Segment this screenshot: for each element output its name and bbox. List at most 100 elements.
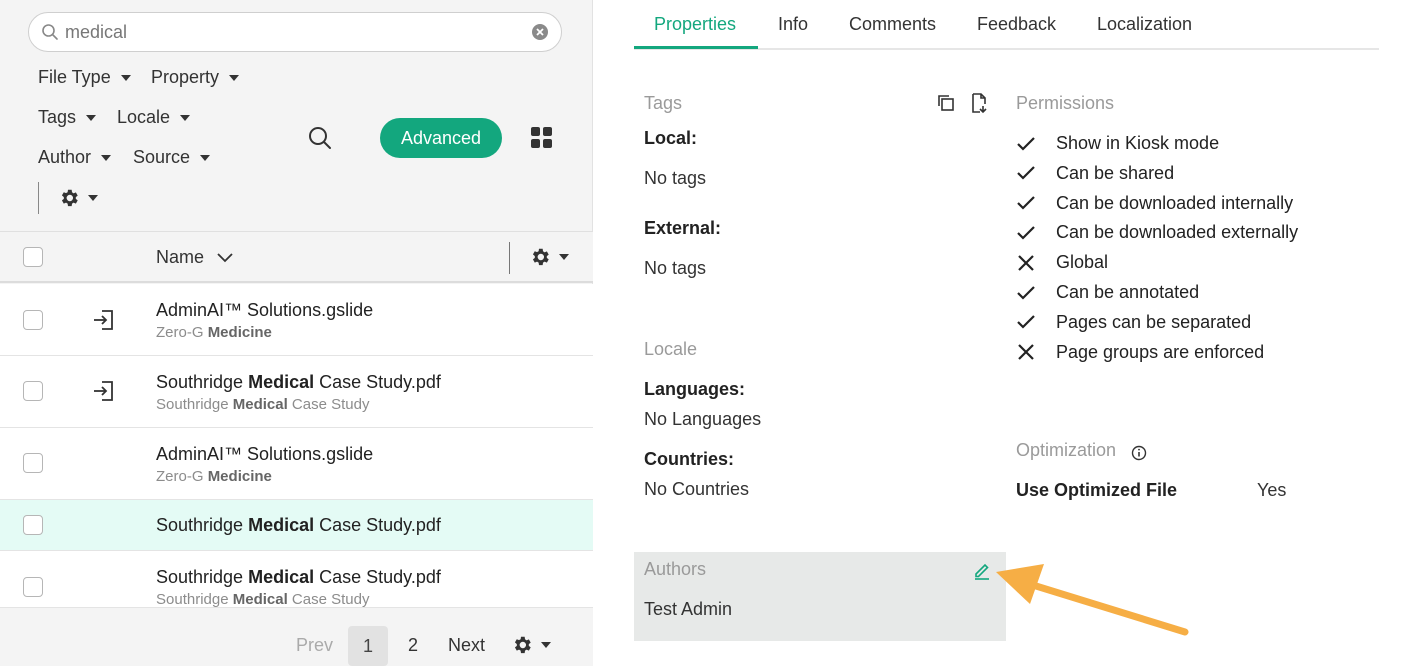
cross-icon: [1018, 344, 1034, 360]
locale-filter[interactable]: Locale: [117, 107, 191, 128]
prev-page-button[interactable]: Prev: [296, 635, 333, 656]
author-filter[interactable]: Author: [38, 147, 112, 168]
row-checkbox[interactable]: [23, 515, 43, 535]
edit-pencil-icon[interactable]: [972, 560, 992, 580]
languages-label: Languages:: [644, 379, 746, 399]
detail-tabs: Properties Info Comments Feedback Locali…: [634, 0, 1379, 50]
table-row[interactable]: Southridge Medical Case Study.pdf Southr…: [0, 356, 593, 428]
tab-feedback[interactable]: Feedback: [977, 14, 1056, 35]
caret-down-icon: [120, 74, 131, 81]
optimized-file-value: Yes: [1257, 480, 1287, 500]
external-tags-value: No tags: [644, 258, 707, 278]
permission-label: Can be downloaded externally: [1056, 222, 1299, 243]
advanced-button[interactable]: Advanced: [380, 118, 502, 158]
table-row-selected[interactable]: Southridge Medical Case Study.pdf: [0, 500, 593, 551]
tab-localization[interactable]: Localization: [1097, 14, 1192, 35]
table-row[interactable]: Southridge Medical Case Study.pdf Southr…: [0, 551, 593, 608]
check-icon: [1017, 196, 1035, 210]
search-bar[interactable]: medical: [28, 12, 562, 52]
check-icon: [1017, 166, 1035, 180]
divider: [38, 182, 39, 214]
file-subtitle: Southridge Medical Case Study: [156, 591, 370, 608]
property-filter[interactable]: Property: [151, 67, 240, 88]
row-checkbox[interactable]: [23, 310, 43, 330]
copy-icon[interactable]: [936, 93, 956, 113]
page-2-button[interactable]: 2: [408, 635, 418, 656]
file-title[interactable]: AdminAI™ Solutions.gslide: [156, 300, 373, 321]
row-checkbox[interactable]: [23, 453, 43, 473]
caret-down-icon: [229, 74, 240, 81]
column-divider: [509, 242, 510, 274]
gear-icon: [532, 248, 549, 266]
caret-down-icon: [541, 642, 551, 648]
chevron-down-icon: [217, 252, 233, 262]
authors-section: Authors Test Admin: [634, 552, 1006, 641]
row-checkbox[interactable]: [23, 577, 43, 597]
authors-value: Test Admin: [644, 599, 733, 619]
name-column-header[interactable]: Name: [156, 247, 234, 268]
tab-properties[interactable]: Properties: [654, 14, 736, 35]
permission-label: Show in Kiosk mode: [1056, 133, 1220, 153]
file-subtitle: Zero-G Medicine: [156, 324, 272, 341]
info-icon[interactable]: [1131, 445, 1147, 461]
languages-value: No Languages: [644, 409, 762, 429]
file-title[interactable]: Southridge Medical Case Study.pdf: [156, 567, 441, 588]
row-checkbox[interactable]: [23, 381, 43, 401]
permission-item: Page groups are enforced: [1016, 342, 1264, 363]
page-1-button[interactable]: 1: [348, 626, 388, 666]
permission-item: Can be downloaded externally: [1016, 222, 1298, 243]
paste-icon[interactable]: [970, 92, 990, 114]
optimization-section-title: Optimization: [1016, 440, 1117, 460]
tab-comments[interactable]: Comments: [849, 14, 936, 35]
grid-view-icon[interactable]: [531, 127, 553, 149]
permission-item: Can be shared: [1016, 163, 1174, 184]
caret-down-icon: [88, 195, 98, 201]
active-tab-indicator: [634, 46, 758, 49]
pagination: Prev 1 2 Next: [0, 608, 593, 666]
select-all-checkbox[interactable]: [23, 247, 43, 267]
check-icon: [1017, 226, 1035, 240]
next-page-button[interactable]: Next: [448, 635, 485, 656]
annotation-arrow-icon: [996, 564, 1189, 636]
cross-icon: [1018, 254, 1034, 271]
permission-item: Show in Kiosk mode: [1016, 133, 1219, 154]
linked-file-icon: [94, 381, 113, 401]
caret-down-icon: [101, 154, 112, 161]
tags-filter[interactable]: Tags: [38, 107, 97, 128]
permission-label: Pages can be separated: [1056, 311, 1252, 332]
column-settings-dropdown[interactable]: [529, 246, 569, 268]
countries-value: No Countries: [644, 479, 750, 499]
caret-down-icon: [200, 154, 211, 161]
pager-settings-dropdown[interactable]: [511, 634, 551, 656]
table-header: Name: [0, 231, 593, 283]
optimized-file-label: Use Optimized File: [1016, 480, 1178, 500]
clear-search-icon[interactable]: [531, 23, 549, 41]
search-icon[interactable]: [306, 124, 334, 152]
permissions-section-title: Permissions: [1016, 93, 1115, 113]
linked-file-icon: [94, 310, 113, 330]
file-type-filter[interactable]: File Type: [38, 67, 131, 88]
check-icon: [1017, 136, 1035, 151]
permission-item: Pages can be separated: [1016, 312, 1251, 333]
source-filter[interactable]: Source: [133, 147, 211, 168]
file-title[interactable]: AdminAI™ Solutions.gslide: [156, 444, 373, 465]
local-tags-value: No tags: [644, 168, 707, 188]
check-icon: [1017, 315, 1035, 329]
caret-down-icon: [180, 114, 191, 121]
locale-section-title: Locale: [644, 339, 698, 359]
search-input[interactable]: medical: [65, 22, 531, 43]
table-row[interactable]: AdminAI™ Solutions.gslide Zero-G Medicin…: [0, 428, 593, 500]
permission-label: Can be shared: [1056, 162, 1175, 183]
caret-down-icon: [86, 114, 97, 121]
table-row[interactable]: AdminAI™ Solutions.gslide Zero-G Medicin…: [0, 284, 593, 356]
file-subtitle: Zero-G Medicine: [156, 468, 272, 485]
file-title[interactable]: Southridge Medical Case Study.pdf: [156, 372, 441, 393]
tab-info[interactable]: Info: [778, 14, 808, 35]
local-tags-label: Local:: [644, 128, 698, 148]
settings-dropdown[interactable]: [58, 187, 98, 209]
permission-label: Global: [1056, 252, 1109, 273]
file-list-panel: medical File Type Property Tags Locale A…: [0, 0, 593, 666]
file-title[interactable]: Southridge Medical Case Study.pdf: [156, 515, 441, 536]
search-icon: [42, 24, 58, 40]
tags-section-title: Tags: [644, 93, 683, 113]
